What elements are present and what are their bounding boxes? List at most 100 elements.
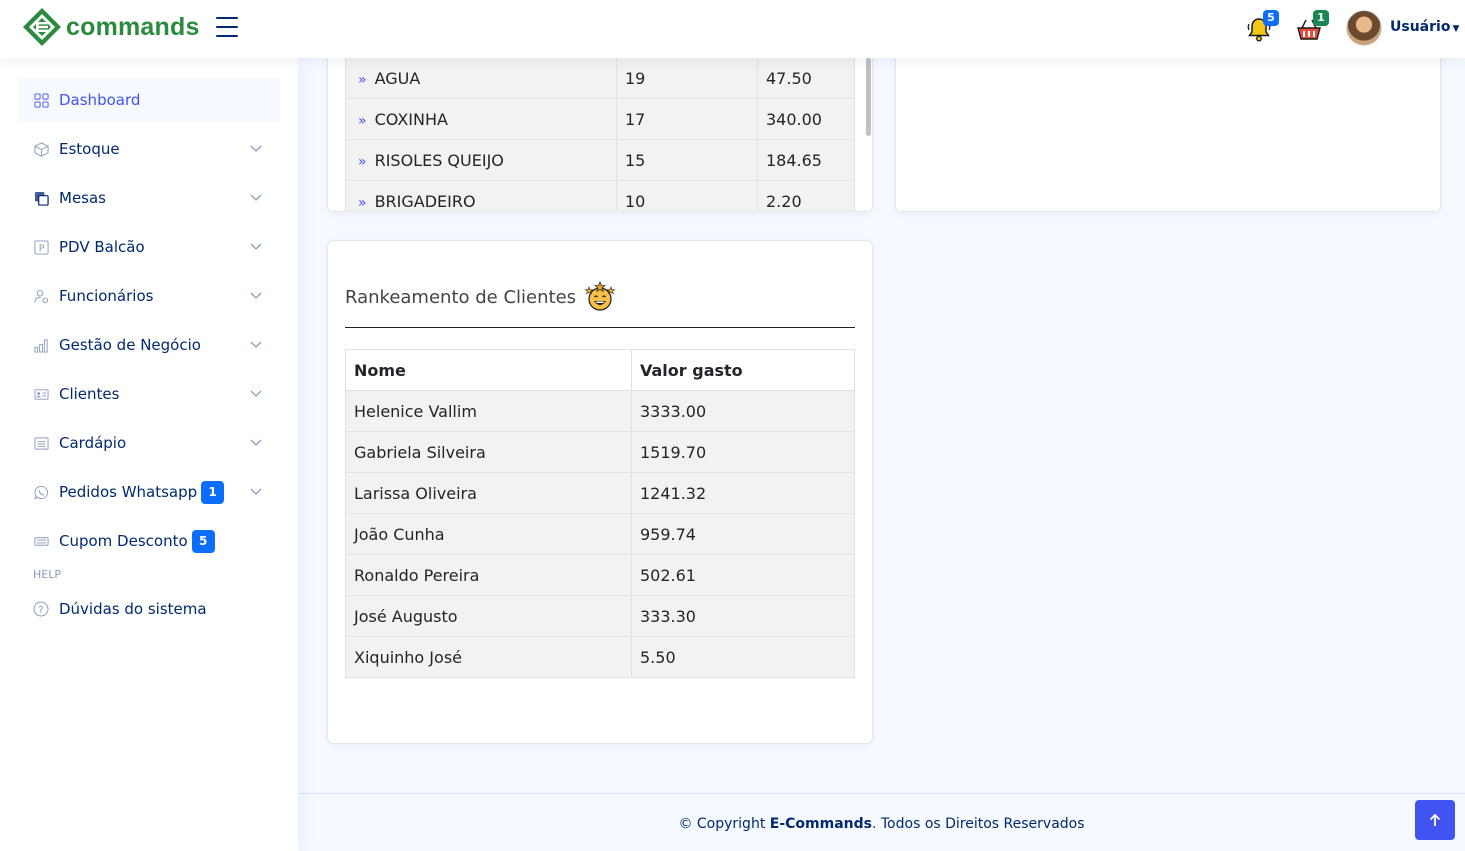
sidebar-item-label: PDV Balcão (59, 238, 145, 256)
client-spent: 333.30 (631, 595, 855, 637)
sidebar-item-cupom-desconto[interactable]: Cupom Desconto 5 (18, 519, 280, 563)
svg-text:P: P (38, 243, 44, 254)
logo-icon (23, 8, 61, 46)
chevron-down-icon (250, 243, 262, 250)
product-value: 47.50 (757, 57, 855, 99)
client-spent: 3333.00 (631, 390, 855, 432)
double-chevron-right-icon: » (358, 153, 367, 170)
help-heading: HELP (33, 568, 61, 581)
footer-suffix: . Todos os Direitos Reservados (871, 816, 1085, 832)
user-menu[interactable]: Usuário ▼ (1390, 19, 1459, 35)
client-name: José Augusto (345, 595, 632, 637)
menu-toggle-icon[interactable] (216, 17, 238, 37)
product-qty: 15 (616, 139, 758, 181)
bar-chart-icon (33, 337, 49, 353)
client-spent: 5.50 (631, 636, 855, 678)
table-row: » RISOLES QUEIJO 15 184.65 (345, 139, 855, 181)
sidebar-item-cardapio[interactable]: Cardápio (18, 421, 280, 465)
products-card[interactable]: » AGUA 19 47.50 » COXINHA 17 340.00 » RISOL… (328, 40, 872, 211)
column-header-valor-gasto: Valor gasto (631, 349, 855, 391)
logo-text: commands (66, 12, 200, 41)
client-spent: 1241.32 (631, 472, 855, 514)
sidebar-item-label: Pedidos Whatsapp (59, 483, 198, 501)
logo[interactable]: commands (22, 7, 200, 47)
product-qty: 19 (616, 57, 758, 99)
ranking-title-text: Rankeamento de Clientes (345, 286, 577, 308)
product-value: 340.00 (757, 98, 855, 140)
chart-card (896, 40, 1440, 211)
user-name: Usuário (1390, 19, 1451, 35)
client-ranking-card: Rankeamento de Clientes Nome Valor gasto… (328, 241, 872, 743)
coupon-badge: 5 (191, 529, 215, 553)
sidebar-item-dashboard[interactable]: Dashboard (18, 78, 280, 122)
orders-badge: 1 (1313, 10, 1329, 26)
caret-down-icon: ▼ (1452, 24, 1460, 34)
sidebar-item-label: Estoque (59, 140, 120, 158)
sidebar-item-clientes[interactable]: Clientes (18, 372, 280, 416)
whatsapp-orders-badge: 1 (201, 480, 225, 504)
table-row: » COXINHA 17 340.00 (345, 98, 855, 140)
id-card-icon (33, 386, 49, 402)
table-header-row: Nome Valor gasto (345, 349, 855, 391)
sidebar: Dashboard Estoque Mesas P PDV Balcão Fun… (0, 58, 298, 851)
sidebar-item-label: Clientes (59, 385, 120, 403)
back-to-top-button[interactable] (1415, 800, 1455, 840)
chevron-down-icon (250, 439, 262, 446)
ranking-table: Nome Valor gasto Helenice Vallim 3333.00 … (345, 349, 855, 678)
chevron-down-icon (250, 194, 262, 201)
user-avatar[interactable] (1346, 10, 1382, 46)
arrow-up-icon (1429, 813, 1441, 826)
table-row: João Cunha 959.74 (345, 513, 855, 555)
ranking-title: Rankeamento de Clientes (345, 281, 616, 313)
sidebar-item-label: Gestão de Negócio (59, 336, 201, 354)
product-qty: 10 (616, 180, 758, 211)
sidebar-item-pdv-balcao[interactable]: P PDV Balcão (18, 225, 280, 269)
sidebar-item-mesas[interactable]: Mesas (18, 176, 280, 220)
ticket-icon (33, 533, 49, 549)
ranking-divider (345, 327, 855, 328)
person-gear-icon (33, 288, 49, 304)
product-value: 184.65 (757, 139, 855, 181)
notifications-badge: 5 (1263, 10, 1279, 26)
sidebar-item-funcionarios[interactable]: Funcionários (18, 274, 280, 318)
product-name: BRIGADEIRO (374, 191, 476, 211)
table-row: Ronaldo Pereira 502.61 (345, 554, 855, 596)
chevron-down-icon (250, 390, 262, 397)
sidebar-item-label: Cardápio (59, 434, 127, 452)
double-chevron-right-icon: » (358, 71, 367, 88)
chevron-down-icon (250, 488, 262, 495)
column-header-nome: Nome (345, 349, 632, 391)
chevron-down-icon (250, 341, 262, 348)
product-value: 2.20 (757, 180, 855, 211)
products-scrollbar[interactable] (866, 58, 871, 136)
sidebar-item-pedidos-whatsapp[interactable]: Pedidos Whatsapp 1 (18, 470, 280, 514)
svg-text:?: ? (38, 605, 43, 616)
sidebar-item-label: Dashboard (59, 91, 141, 109)
products-table: » AGUA 19 47.50 » COXINHA 17 340.00 » RISOL… (345, 57, 855, 211)
sidebar-item-gestao-negocio[interactable]: Gestão de Negócio (18, 323, 280, 367)
product-name: AGUA (374, 68, 421, 88)
sidebar-item-duvidas[interactable]: ? Dúvidas do sistema (18, 587, 280, 631)
sidebar-item-estoque[interactable]: Estoque (18, 127, 280, 171)
table-row: Larissa Oliveira 1241.32 (345, 472, 855, 514)
double-chevron-right-icon: » (358, 194, 367, 211)
client-name: Gabriela Silveira (345, 431, 632, 473)
product-name: RISOLES QUEIJO (374, 150, 504, 170)
table-row: José Augusto 333.30 (345, 595, 855, 637)
notifications-bell-icon[interactable]: 5 (1245, 10, 1279, 43)
squares-icon (33, 190, 49, 206)
product-name: COXINHA (374, 109, 448, 129)
client-spent: 959.74 (631, 513, 855, 555)
orders-cart-icon[interactable]: 1 (1295, 10, 1329, 43)
grid-icon (33, 92, 49, 108)
sidebar-item-label: Mesas (59, 189, 106, 207)
footer-prefix: © Copyright (678, 816, 770, 832)
whatsapp-icon (33, 484, 49, 500)
client-name: Xiquinho José (345, 636, 632, 678)
question-circle-icon: ? (33, 601, 49, 617)
table-row: Xiquinho José 5.50 (345, 636, 855, 678)
client-name: Ronaldo Pereira (345, 554, 632, 596)
box-icon (33, 141, 49, 157)
client-name: João Cunha (345, 513, 632, 555)
chevron-down-icon (250, 145, 262, 152)
